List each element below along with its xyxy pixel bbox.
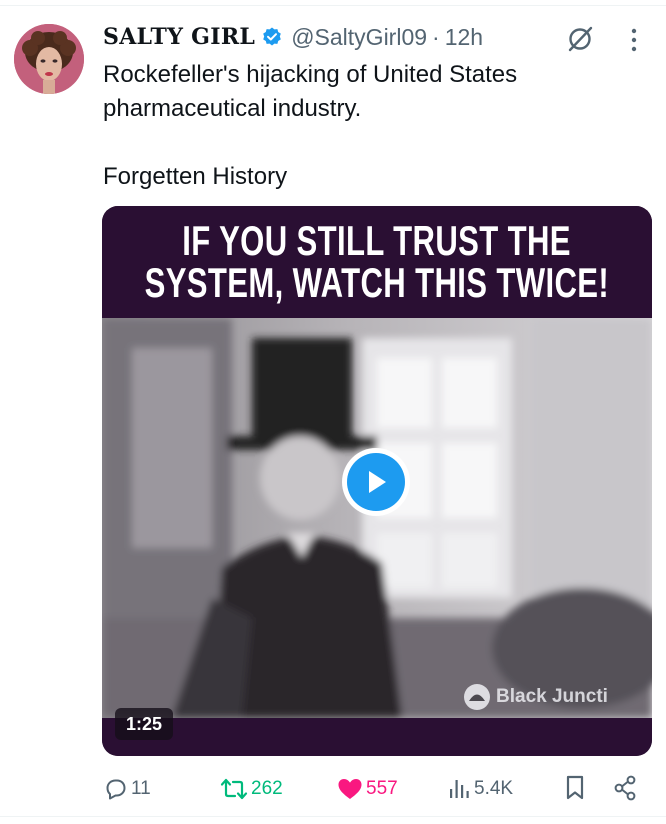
video-player[interactable]: IF YOU STILL TRUST THE SYSTEM, WATCH THI…	[102, 206, 652, 756]
separator-dot: ·	[432, 23, 440, 50]
video-watermark: Black Juncti	[462, 682, 608, 712]
bottom-divider	[0, 816, 666, 817]
play-icon	[347, 453, 405, 511]
verified-badge-icon	[261, 26, 283, 48]
video-duration: 1:25	[115, 708, 174, 740]
tweet-text-line: Rockefeller's hijacking of United States…	[103, 61, 518, 122]
repost-button[interactable]: 262	[220, 774, 283, 804]
share-icon	[614, 775, 636, 801]
bookmark-button[interactable]	[563, 774, 587, 807]
banner-text: IF YOU STILL TRUST THE	[182, 217, 572, 264]
video-thumbnail[interactable]	[102, 318, 652, 718]
top-divider	[0, 5, 666, 6]
watermark-text: Black Juncti	[496, 686, 608, 707]
banner-text: SYSTEM, WATCH THIS TWICE!	[144, 259, 610, 306]
view-count: 5.4K	[474, 778, 514, 799]
reply-count: 11	[131, 778, 151, 799]
more-options-icon[interactable]	[630, 27, 638, 53]
repost-count: 262	[251, 778, 283, 799]
timestamp[interactable]: 12h	[445, 24, 483, 51]
like-button[interactable]: 557	[337, 774, 398, 804]
heart-icon	[338, 779, 362, 799]
tweet-text: Rockefeller's hijacking of United States…	[103, 58, 643, 194]
reply-icon	[106, 779, 126, 800]
bookmark-icon	[566, 775, 584, 800]
repost-icon	[220, 778, 248, 800]
views-button[interactable]: 5.4K	[447, 774, 513, 804]
views-chart-icon	[450, 780, 469, 798]
display-name[interactable]: SALTY GIRL	[103, 24, 255, 50]
grok-icon[interactable]	[566, 25, 594, 53]
user-handle[interactable]: @SaltyGirl09	[291, 24, 427, 51]
share-button[interactable]	[612, 774, 638, 807]
reply-button[interactable]: 11	[104, 774, 151, 804]
tweet-header: SALTY GIRL @SaltyGirl09 · 12h	[103, 20, 483, 54]
play-button[interactable]	[342, 448, 410, 516]
avatar[interactable]	[14, 24, 84, 94]
tweet-text-line: Forgetten History	[103, 163, 288, 190]
like-count: 557	[366, 778, 398, 799]
video-banner: IF YOU STILL TRUST THE SYSTEM, WATCH THI…	[102, 206, 652, 318]
video-bottom-bar	[102, 718, 652, 756]
watermark-logo-icon	[462, 682, 492, 712]
